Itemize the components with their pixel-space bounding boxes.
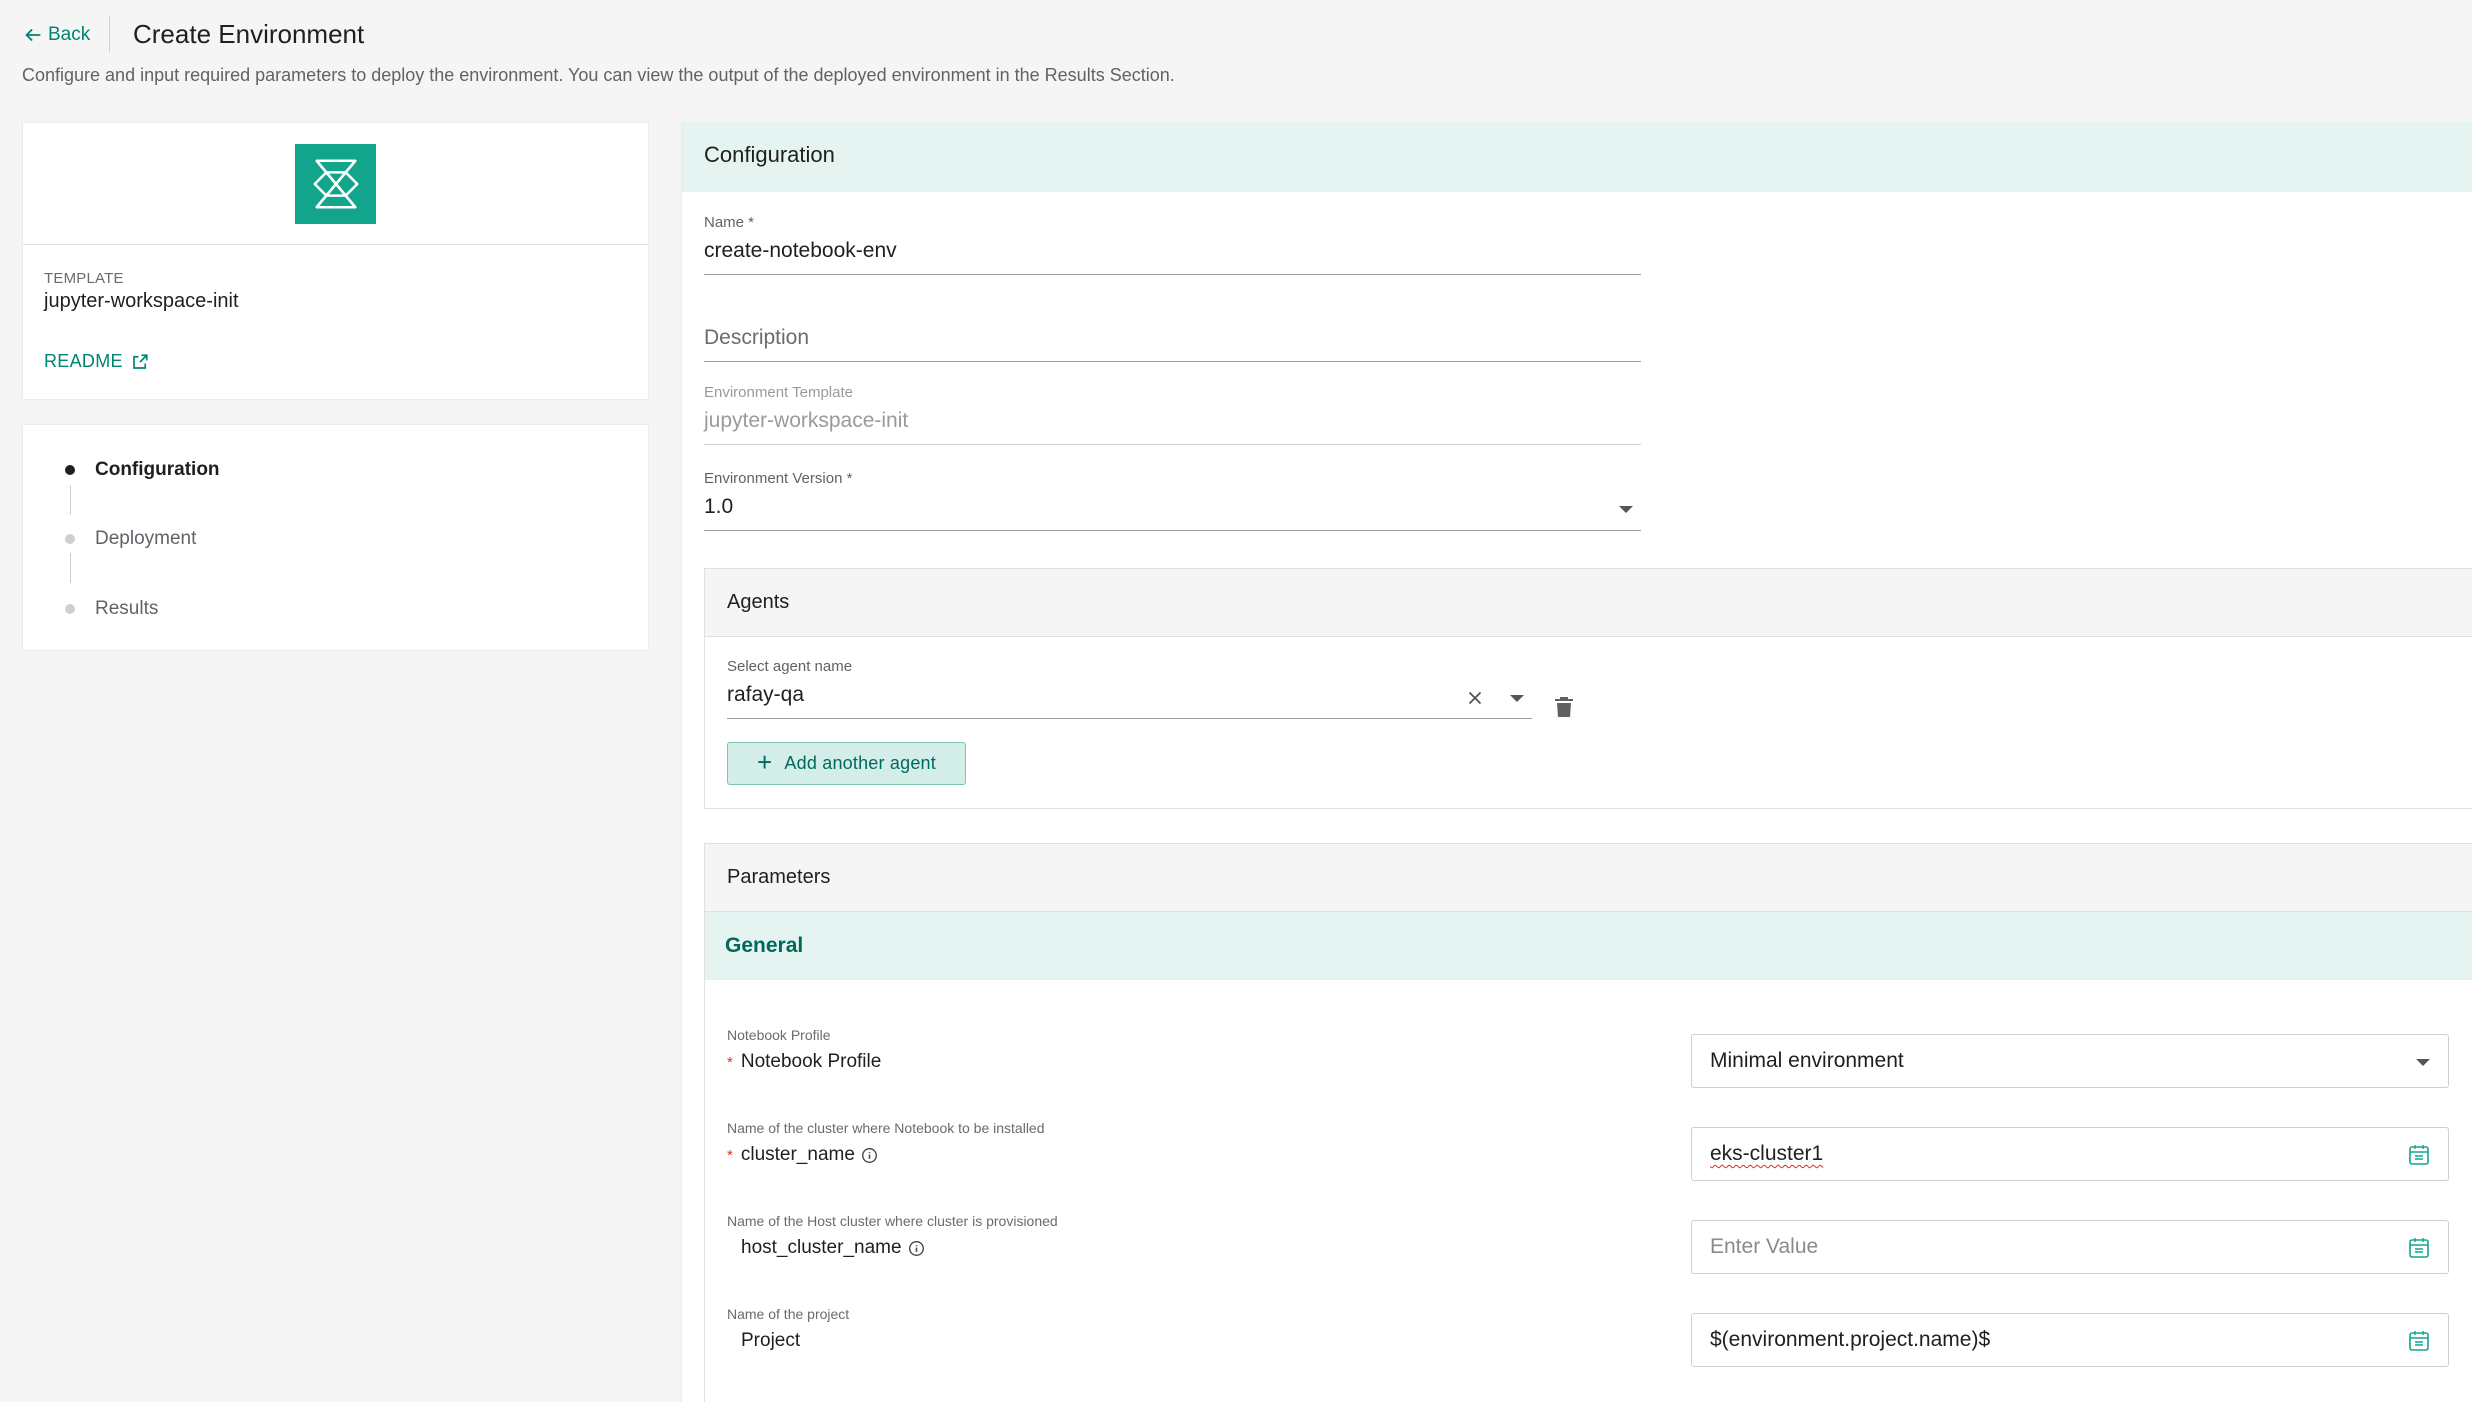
agent-selected-value: rafay-qa [727, 683, 805, 706]
back-button[interactable]: Back [22, 20, 90, 50]
arrow-left-icon [25, 28, 41, 42]
page-title: Create Environment [133, 19, 365, 49]
calendar-icon[interactable] [2408, 1237, 2430, 1259]
configuration-header: Configuration [682, 122, 2472, 192]
agents-title: Agents [705, 569, 2472, 637]
configuration-title: Configuration [704, 142, 835, 167]
step-label: Results [95, 598, 159, 619]
param-name-label: cluster_name [740, 1144, 855, 1165]
chevron-down-icon[interactable] [1510, 695, 1524, 702]
environment-version-field[interactable]: Environment Version * 1.0 [704, 470, 1641, 531]
configuration-panel: Configuration Name * create-notebook-env… [681, 122, 2472, 1402]
step-dot [65, 604, 75, 614]
notebook-profile-select[interactable]: Minimal environment [1691, 1034, 2449, 1088]
readme-label: README [44, 351, 123, 371]
param-name-label: host_cluster_name [741, 1237, 902, 1258]
parameters-section: Parameters General Notebook Profile * No… [704, 843, 2472, 1402]
header-divider [109, 16, 110, 52]
step-label: Deployment [95, 528, 197, 549]
agents-section: Agents Select agent name rafay-qa + Add … [704, 568, 2472, 809]
environment-version-label: Environment Version * [704, 470, 853, 487]
chevron-down-icon[interactable] [2416, 1059, 2430, 1066]
step-connector [70, 553, 71, 583]
name-input[interactable]: create-notebook-env [704, 239, 1641, 275]
required-marker: * [727, 1146, 733, 1164]
add-agent-label: Add another agent [784, 753, 936, 773]
agent-select[interactable]: rafay-qa [727, 679, 1532, 719]
cluster-name-value: eks-cluster1 [1710, 1142, 1824, 1165]
name-label: Name * [704, 214, 755, 231]
step-configuration[interactable]: Configuration [65, 459, 220, 481]
param-name-label: Notebook Profile [740, 1051, 882, 1072]
trash-icon[interactable] [1554, 696, 1574, 718]
step-dot-active [65, 465, 75, 475]
step-deployment[interactable]: Deployment [65, 528, 196, 550]
step-dot [65, 534, 75, 544]
calendar-icon[interactable] [2408, 1144, 2430, 1166]
step-results[interactable]: Results [65, 598, 158, 620]
host-cluster-name-input[interactable]: Enter Value [1691, 1220, 2449, 1274]
template-label: TEMPLATE [44, 270, 124, 287]
readme-link[interactable]: README [44, 351, 149, 372]
close-icon[interactable] [1464, 687, 1486, 709]
info-icon[interactable] [908, 1240, 925, 1257]
back-label: Back [48, 24, 91, 45]
environment-template-field: Environment Template jupyter-workspace-i… [704, 384, 1641, 445]
cluster-name-input[interactable]: eks-cluster1 [1691, 1127, 2449, 1181]
description-input[interactable]: Description [704, 326, 1641, 362]
project-input[interactable]: $(environment.project.name)$ [1691, 1313, 2449, 1367]
name-field[interactable]: Name * create-notebook-env [704, 214, 1641, 275]
project-value: $(environment.project.name)$ [1710, 1328, 1991, 1351]
chevron-down-icon[interactable] [1619, 506, 1633, 513]
page-description: Configure and input required parameters … [22, 65, 1175, 85]
template-card: TEMPLATE jupyter-workspace-init README [22, 122, 649, 400]
add-agent-button[interactable]: + Add another agent [727, 742, 966, 785]
template-logo-area [23, 123, 648, 245]
notebook-profile-value: Minimal environment [1710, 1049, 1904, 1072]
parameters-title: Parameters [705, 844, 2472, 912]
plus-icon: + [757, 747, 773, 777]
jupyter-template-logo-icon [295, 143, 376, 224]
external-link-icon [132, 353, 148, 369]
required-marker: * [727, 1053, 733, 1071]
step-label: Configuration [95, 459, 220, 480]
steps-card: Configuration Deployment Results [22, 424, 649, 651]
agent-select-label: Select agent name [727, 658, 853, 675]
description-field[interactable]: Description [704, 326, 1641, 362]
info-icon[interactable] [861, 1147, 878, 1164]
calendar-icon[interactable] [2408, 1330, 2430, 1352]
host-cluster-name-placeholder: Enter Value [1710, 1235, 1819, 1258]
step-connector [70, 485, 71, 515]
param-name-label: Project [741, 1330, 801, 1351]
environment-template-value: jupyter-workspace-init [704, 409, 1641, 445]
template-name: jupyter-workspace-init [44, 290, 239, 312]
general-group-title: General [705, 912, 2472, 980]
environment-version-select[interactable]: 1.0 [704, 495, 1641, 531]
environment-template-label: Environment Template [704, 384, 853, 401]
